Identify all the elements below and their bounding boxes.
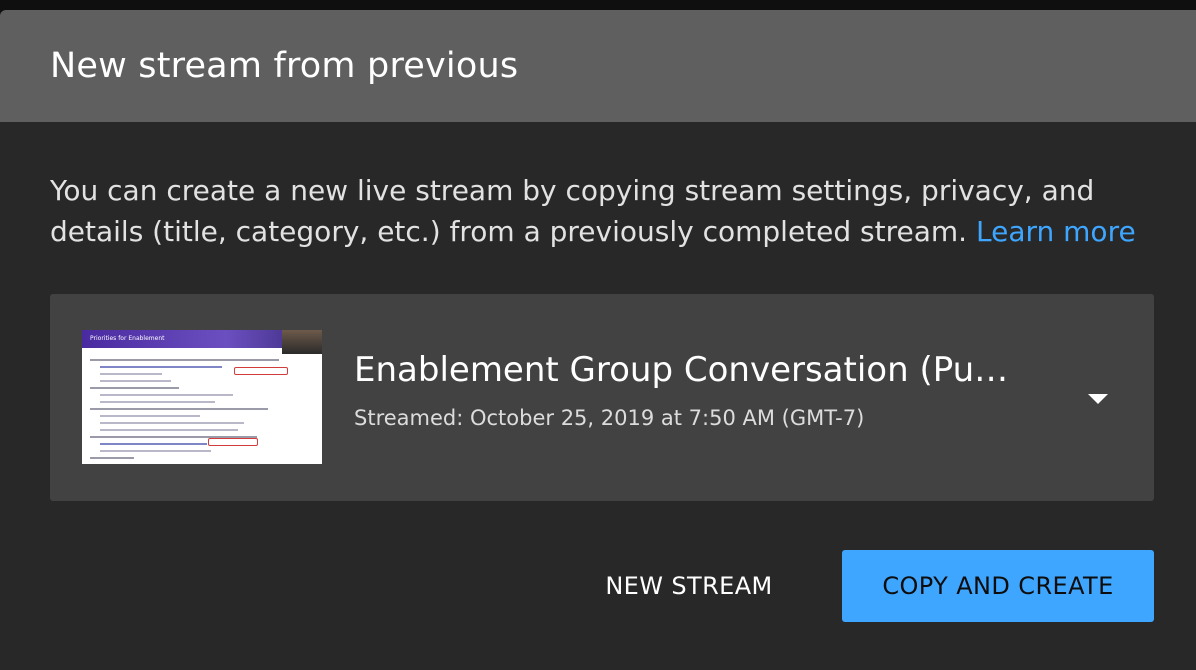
stream-title: Enablement Group Conversation (Pu… xyxy=(354,350,1009,390)
thumbnail-annotation xyxy=(208,438,258,446)
dialog-header: New stream from previous xyxy=(0,10,1196,122)
dialog-title: New stream from previous xyxy=(50,46,519,86)
new-stream-button[interactable]: NEW STREAM xyxy=(586,550,792,622)
thumbnail-annotation xyxy=(234,367,288,375)
thumbnail-presenter-video xyxy=(282,330,322,354)
stream-info: Enablement Group Conversation (Pu… Strea… xyxy=(354,350,1044,430)
dialog-description: You can create a new live stream by copy… xyxy=(50,170,1160,252)
description-text: You can create a new live stream by copy… xyxy=(50,174,1095,248)
dropdown-caret-icon[interactable] xyxy=(1088,394,1108,404)
new-stream-dialog: New stream from previous You can create … xyxy=(0,10,1196,670)
previous-stream-dropdown[interactable]: Priorities for Enablement Enablement Gro… xyxy=(50,294,1154,501)
stream-date: Streamed: October 25, 2019 at 7:50 AM (G… xyxy=(354,406,865,430)
learn-more-link[interactable]: Learn more xyxy=(976,215,1136,248)
copy-and-create-button[interactable]: COPY AND CREATE xyxy=(842,550,1154,622)
stream-thumbnail: Priorities for Enablement xyxy=(82,330,322,464)
